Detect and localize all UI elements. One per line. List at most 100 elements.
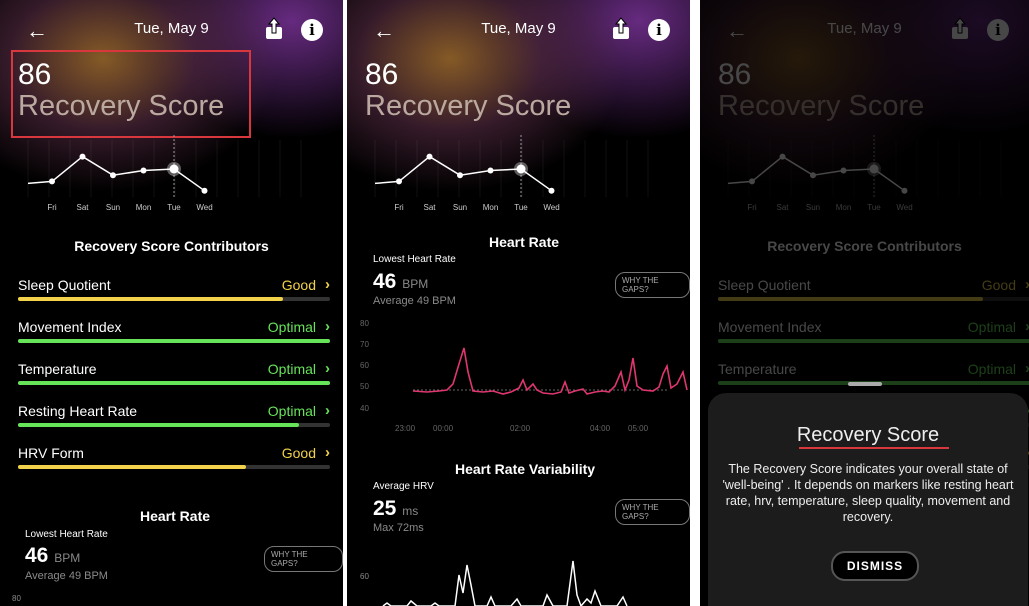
day-label[interactable]: Sat	[76, 203, 89, 212]
contributor-label: Resting Heart Rate	[18, 403, 138, 419]
contributor-status: Good	[281, 445, 316, 461]
share-icon[interactable]	[261, 16, 287, 42]
contributor-row[interactable]: Resting Heart Rate Optimal ›	[18, 402, 330, 445]
hrv-line	[382, 560, 628, 606]
x-tick: 23:00	[395, 424, 416, 433]
x-tick: 00:00	[433, 424, 454, 433]
max-hrv: Max 72ms	[373, 522, 424, 534]
day-label[interactable]: Sun	[453, 203, 467, 212]
info-sheet-title: Recovery Score	[796, 424, 940, 446]
contributor-progress-fill	[18, 465, 246, 469]
contributor-progress-fill	[18, 339, 330, 343]
heart-rate-chart[interactable]: 80 70 60 50 40 23:00 00:00 02:00 04:00 0…	[347, 314, 690, 434]
sheet-handle[interactable]	[848, 382, 882, 386]
y-tick: 60	[360, 361, 369, 370]
highlight-box	[11, 50, 251, 138]
contributor-label: Temperature	[18, 361, 97, 377]
x-tick: 04:00	[590, 424, 611, 433]
contributor-status: Optimal	[267, 319, 316, 335]
average-hrv-label: Average HRV	[373, 481, 434, 492]
day-label[interactable]: Tue	[514, 203, 528, 212]
y-tick: 40	[360, 404, 369, 413]
day-label[interactable]: Wed	[543, 203, 559, 212]
day-label[interactable]: Wed	[196, 203, 212, 212]
chevron-right-icon: ›	[325, 444, 330, 461]
hrv-title: Heart Rate Variability	[455, 461, 596, 477]
screen-recovery-contributors: ← Tue, May 9 i 86 Recovery Score Fri Sat S…	[0, 0, 343, 606]
trend-point[interactable]	[548, 187, 555, 194]
contributor-progress-track	[18, 339, 330, 343]
why-the-gaps-button[interactable]: WHY THE GAPS?	[615, 499, 690, 525]
date-label: Tue, May 9	[134, 20, 209, 37]
contributor-progress-fill	[18, 381, 330, 385]
trend-point[interactable]	[49, 178, 55, 185]
trend-point[interactable]	[487, 167, 494, 174]
day-label[interactable]: Tue	[167, 203, 181, 212]
contributor-row[interactable]: HRV Form Good ›	[18, 444, 330, 487]
contributor-label: HRV Form	[18, 445, 84, 461]
recovery-score-label: Recovery Score	[365, 90, 572, 122]
day-label[interactable]: Sat	[423, 203, 436, 212]
average-heart-rate: Average 49 BPM	[373, 295, 456, 307]
chevron-right-icon: ›	[325, 360, 330, 377]
trend-point[interactable]	[140, 167, 147, 174]
trend-point[interactable]	[396, 178, 402, 185]
contributor-progress-track	[18, 381, 330, 385]
contributor-row[interactable]: Sleep Quotient Good ›	[18, 276, 330, 319]
heart-rate-title: Heart Rate	[489, 234, 560, 250]
screen-recovery-info: ← Tue, May 9 i 86 Recovery Score FriSatS…	[700, 0, 1029, 606]
lowest-heart-rate-label: Lowest Heart Rate	[25, 529, 108, 540]
contributor-status: Optimal	[267, 403, 316, 419]
contributor-progress-track	[18, 297, 330, 301]
title-underline	[799, 447, 949, 449]
day-label[interactable]: Mon	[136, 203, 152, 212]
heart-rate-line	[412, 347, 688, 395]
trend-point[interactable]	[201, 187, 208, 194]
contributor-status: Good	[281, 277, 316, 293]
x-tick: 02:00	[510, 424, 531, 433]
screen-heart-rate-detail: ← Tue, May 9 i 86 Recovery Score Fri Sat S…	[347, 0, 690, 606]
dismiss-button[interactable]: DISMISS	[831, 551, 919, 581]
day-label[interactable]: Fri	[394, 203, 404, 212]
day-label[interactable]: Fri	[47, 203, 57, 212]
why-the-gaps-button[interactable]: WHY THE GAPS?	[615, 272, 690, 298]
hrv-chart[interactable]	[347, 555, 690, 606]
contributor-row[interactable]: Movement Index Optimal ›	[18, 318, 330, 361]
contributor-progress-fill	[18, 423, 299, 427]
info-icon[interactable]: i	[648, 19, 670, 41]
info-sheet-body: The Recovery Score indicates your overal…	[722, 462, 1014, 524]
day-label[interactable]: Mon	[483, 203, 499, 212]
x-tick: 05:00	[628, 424, 649, 433]
trend-point[interactable]	[516, 164, 526, 174]
contributors-title: Recovery Score Contributors	[74, 238, 269, 254]
share-icon[interactable]	[608, 16, 634, 42]
header: ← Tue, May 9 i	[0, 14, 343, 48]
trend-point[interactable]	[79, 153, 86, 160]
trend-point[interactable]	[457, 172, 463, 179]
trend-point[interactable]	[110, 172, 116, 179]
recovery-score-value: 86	[365, 58, 399, 91]
y-tick: 50	[360, 382, 369, 391]
trend-point[interactable]	[426, 153, 433, 160]
trend-chart[interactable]: Fri Sat Sun Mon Tue Wed	[369, 135, 669, 215]
why-the-gaps-button[interactable]: WHY THE GAPS?	[264, 546, 343, 572]
lowest-heart-rate-value: 46 BPM	[25, 544, 81, 567]
contributor-progress-fill	[18, 297, 284, 301]
trend-chart[interactable]: Fri Sat Sun Mon Tue Wed	[22, 135, 322, 215]
y-tick: 80	[12, 594, 21, 603]
header: ← Tue, May 9 i	[347, 14, 690, 48]
contributor-row[interactable]: Temperature Optimal ›	[18, 360, 330, 403]
average-hrv-value: 25 ms	[373, 497, 419, 520]
y-tick: 80	[360, 319, 369, 328]
info-icon[interactable]: i	[301, 19, 323, 41]
contributor-label: Sleep Quotient	[18, 277, 111, 293]
info-sheet: Recovery Score The Recovery Score indica…	[708, 393, 1028, 606]
trend-point[interactable]	[169, 164, 179, 174]
chevron-right-icon: ›	[325, 318, 330, 335]
heart-rate-title: Heart Rate	[140, 508, 211, 524]
chevron-right-icon: ›	[325, 276, 330, 293]
contributor-label: Movement Index	[18, 319, 122, 335]
day-label[interactable]: Sun	[106, 203, 120, 212]
contributor-progress-track	[18, 465, 330, 469]
contributor-status: Optimal	[267, 361, 316, 377]
